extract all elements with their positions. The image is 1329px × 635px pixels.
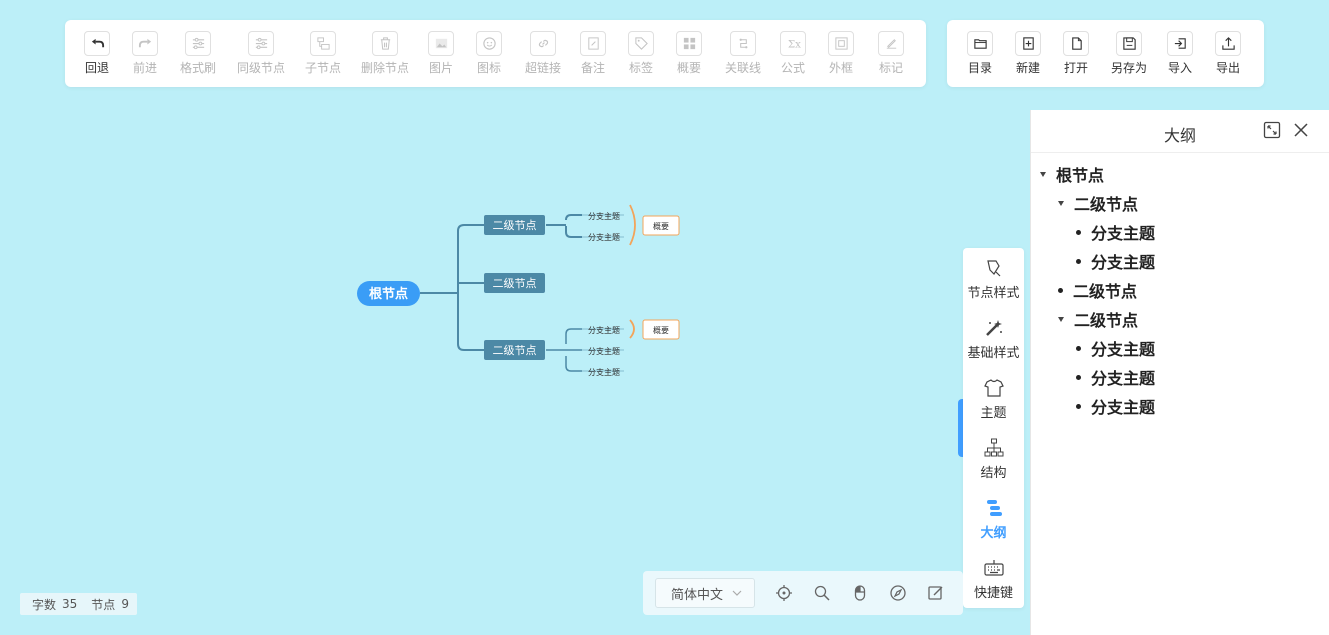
- mindmap-canvas[interactable]: 根节点 二级节点 二级节点 二级节点 分支主题 分支主题 分支主题 分支主题 分…: [0, 0, 950, 560]
- side-tab-4[interactable]: 结构: [963, 438, 1024, 481]
- outline-icon: [986, 500, 1002, 516]
- language-select-value: 简体中文: [671, 587, 724, 603]
- file-toolbar-button-label: 新建: [1015, 61, 1040, 75]
- outline-item-level-1[interactable]: 二级节点: [1058, 278, 1137, 302]
- file-toolbar-button-3[interactable]: 打开: [1046, 31, 1106, 75]
- branch-topic[interactable]: 分支主题: [588, 232, 620, 242]
- outline-item-label: 分支主题: [1091, 224, 1156, 243]
- bullet-icon: [1076, 374, 1081, 380]
- root-node-label: 根节点: [369, 286, 408, 302]
- side-tab-label: 主题: [980, 406, 1007, 421]
- second-node-3-label: 二级节点: [493, 344, 537, 357]
- outline-panel-header: 大纲: [1031, 110, 1329, 153]
- branch1-connector: [546, 214, 582, 238]
- node-count-label: 节点: [91, 597, 116, 612]
- caret-down-icon[interactable]: [1058, 316, 1064, 322]
- branch-topic[interactable]: 分支主题: [588, 211, 620, 221]
- close-icon[interactable]: [1292, 121, 1310, 139]
- word-count-value: 35: [62, 597, 78, 611]
- branch-topic[interactable]: 分支主题: [588, 346, 620, 356]
- outline-item-label: 分支主题: [1091, 369, 1156, 388]
- branch-topic[interactable]: 分支主题: [588, 325, 620, 335]
- side-tab-label: 节点样式: [967, 286, 1020, 301]
- node-style-icon: [986, 260, 1000, 277]
- import-icon: [1167, 31, 1193, 56]
- side-tab-label: 结构: [980, 466, 1007, 481]
- fullscreen-icon[interactable]: [1263, 121, 1281, 139]
- outline-item-label: 根节点: [1056, 166, 1105, 185]
- second-node-2-label: 二级节点: [493, 277, 537, 290]
- outline-item-level-0[interactable]: 根节点: [1040, 162, 1104, 186]
- outline-item-label: 二级节点: [1074, 195, 1139, 214]
- chevron-down-icon: [732, 590, 742, 596]
- side-tab-2[interactable]: 基础样式: [963, 318, 1024, 361]
- file-toolbar-button-label: 导出: [1215, 61, 1240, 75]
- summary-node-2-label: 概要: [653, 325, 669, 335]
- outline-panel-title: 大纲: [1163, 126, 1196, 145]
- save-as-icon: [1116, 31, 1142, 56]
- zoom-icon[interactable]: [813, 584, 831, 602]
- magic-wand-icon: [985, 320, 1002, 336]
- side-tab-6[interactable]: 快捷键: [963, 558, 1024, 601]
- structure-icon: [984, 438, 1003, 457]
- open-file-icon: [1063, 31, 1089, 56]
- branch-topic[interactable]: 分支主题: [588, 367, 620, 377]
- second-node-1-label: 二级节点: [493, 219, 537, 232]
- summary-bracket: [629, 204, 636, 246]
- folder-icon: [967, 31, 993, 56]
- node-count-value: 9: [121, 597, 129, 611]
- branch3-connector: [546, 328, 582, 372]
- outline-item-level-2[interactable]: 分支主题: [1076, 336, 1155, 360]
- word-count-label: 字数: [32, 597, 57, 612]
- outline-item-level-1[interactable]: 二级节点: [1058, 307, 1138, 331]
- trunk-connector: [457, 224, 484, 351]
- file-toolbar: 目录 新建 打开 另存为 导入 导出: [947, 20, 1264, 87]
- caret-down-icon[interactable]: [1040, 171, 1046, 177]
- file-toolbar-button-label: 另存为: [1110, 61, 1147, 75]
- file-toolbar-button-label: 打开: [1063, 61, 1088, 75]
- outline-item-label: 分支主题: [1091, 340, 1156, 359]
- side-tab-5[interactable]: 大纲: [963, 498, 1024, 541]
- edit-icon[interactable]: [927, 584, 945, 602]
- side-tab-label: 基础样式: [967, 346, 1020, 361]
- file-toolbar-button-6[interactable]: 导出: [1198, 31, 1258, 75]
- bullet-icon: [1076, 345, 1081, 351]
- outline-item-level-2[interactable]: 分支主题: [1076, 394, 1155, 418]
- outline-item-level-2[interactable]: 分支主题: [1076, 249, 1155, 273]
- mouse-icon[interactable]: [851, 584, 869, 602]
- side-tab-3[interactable]: 主题: [963, 378, 1024, 421]
- outline-item-label: 分支主题: [1091, 253, 1156, 272]
- summary-bracket: [629, 319, 635, 339]
- bottom-toolbar: 简体中文: [643, 571, 963, 615]
- export-icon: [1215, 31, 1241, 56]
- side-tab-1[interactable]: 节点样式: [963, 258, 1024, 301]
- outline-item-level-2[interactable]: 分支主题: [1076, 365, 1155, 389]
- caret-down-icon[interactable]: [1058, 200, 1064, 206]
- language-select[interactable]: 简体中文: [655, 578, 755, 608]
- file-toolbar-button-label: 导入: [1167, 61, 1192, 75]
- navigator-icon[interactable]: [889, 584, 907, 602]
- outline-item-level-2[interactable]: 分支主题: [1076, 220, 1155, 244]
- bullet-icon: [1058, 287, 1063, 293]
- keyboard-icon: [983, 560, 1004, 576]
- outline-panel: 大纲 根节点 二级节点 分支主题 分支主题 二级节点 二级节点 分支主题 分支主题 分支主题: [1030, 110, 1329, 635]
- side-tab-label: 快捷键: [973, 586, 1013, 601]
- new-file-icon: [1015, 31, 1041, 56]
- outline-item-label: 分支主题: [1091, 398, 1156, 417]
- shirt-icon: [983, 379, 1004, 397]
- outline-item-label: 二级节点: [1073, 282, 1138, 301]
- file-toolbar-button-label: 目录: [967, 61, 992, 75]
- summary-node-1-label: 概要: [653, 221, 669, 231]
- bullet-icon: [1076, 258, 1081, 264]
- bullet-icon: [1076, 229, 1081, 235]
- side-tab-label: 大纲: [980, 526, 1007, 541]
- status-bar: 字数 35 节点 9: [20, 593, 137, 615]
- outline-item-level-1[interactable]: 二级节点: [1058, 191, 1138, 215]
- bullet-icon: [1076, 403, 1081, 409]
- locate-icon[interactable]: [775, 584, 793, 602]
- outline-item-label: 二级节点: [1074, 311, 1139, 330]
- side-toolbar: 节点样式基础样式主题结构大纲快捷键: [963, 248, 1024, 608]
